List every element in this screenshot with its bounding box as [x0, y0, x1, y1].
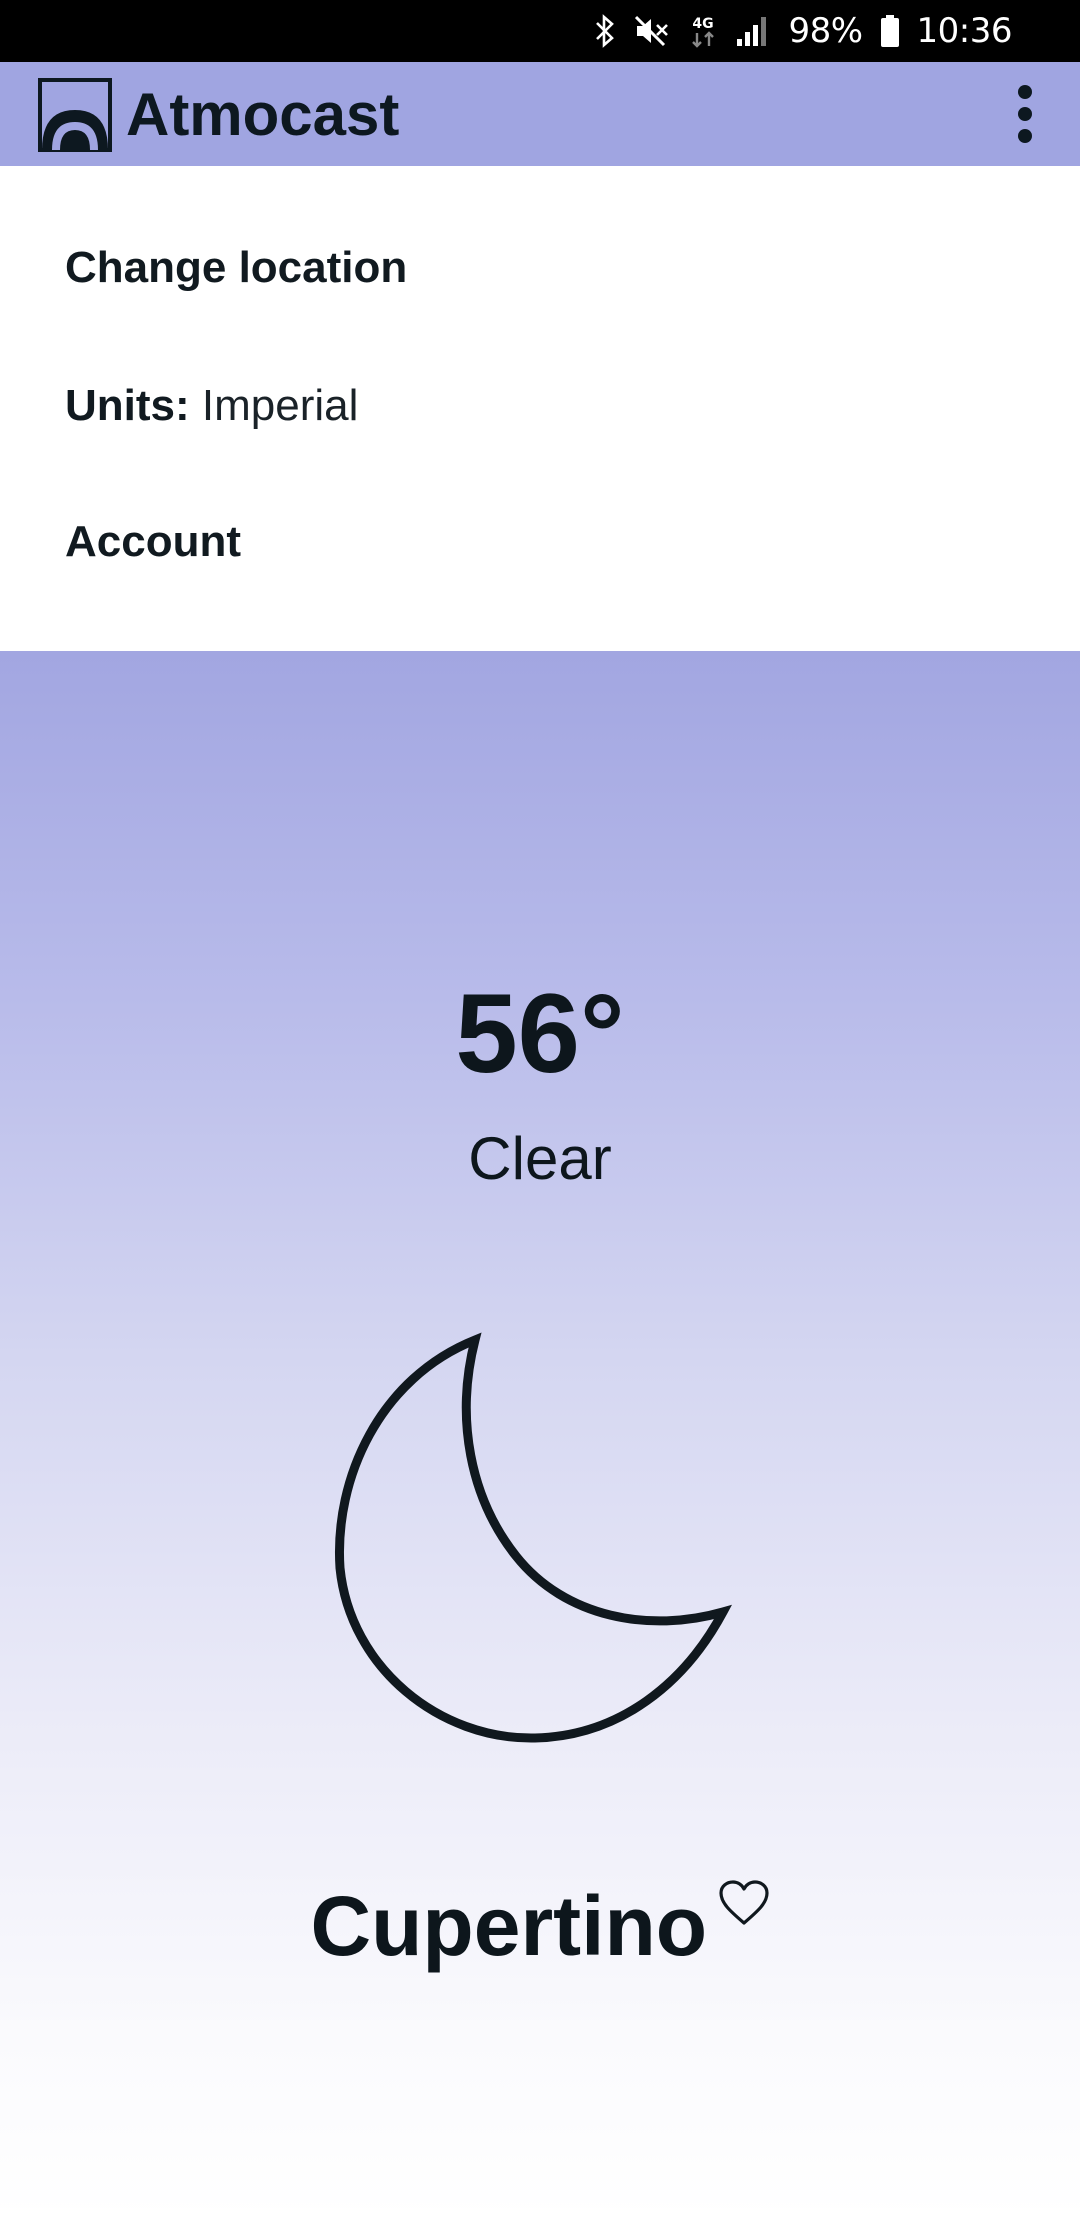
more-vert-icon-dot	[1018, 129, 1032, 143]
more-vert-icon-dot	[1018, 107, 1032, 121]
mute-icon	[634, 14, 670, 48]
account-label: Account	[65, 517, 241, 566]
location-row: Cupertino	[0, 1873, 1080, 1979]
bluetooth-icon	[594, 14, 616, 48]
change-location-label: Change location	[65, 243, 408, 292]
more-vert-icon	[1018, 85, 1032, 99]
battery-percentage: 98%	[788, 11, 863, 51]
menu-item-change-location[interactable]: Change location	[65, 238, 407, 298]
more-options-button[interactable]	[990, 76, 1060, 152]
app-bar: Atmocast	[0, 62, 1080, 166]
settings-menu: Change location Units: Imperial Account	[0, 166, 1080, 651]
clock: 10:36	[916, 11, 1013, 51]
network-label: 4G	[693, 16, 714, 32]
location-name: Cupertino	[310, 1879, 708, 1973]
temperature: 56°	[455, 971, 625, 1096]
menu-item-units[interactable]: Units: Imperial	[65, 376, 358, 436]
app-title: Atmocast	[126, 81, 400, 148]
units-label: Units:	[65, 381, 190, 430]
status-bar: 4G 98% 10:36	[0, 0, 1080, 62]
weather-condition: Clear	[468, 1125, 612, 1192]
signal-icon	[736, 15, 770, 47]
units-value: Imperial	[201, 381, 359, 430]
menu-item-account[interactable]: Account	[65, 512, 241, 572]
atmocast-logo-icon	[38, 78, 112, 152]
heart-outline-icon[interactable]	[718, 1879, 770, 1927]
weather-panel: 56° Clear Cupertino	[0, 651, 1080, 2220]
battery-icon	[880, 15, 899, 47]
moon-icon	[320, 1328, 760, 1748]
network-4g-icon: 4G	[688, 13, 718, 49]
